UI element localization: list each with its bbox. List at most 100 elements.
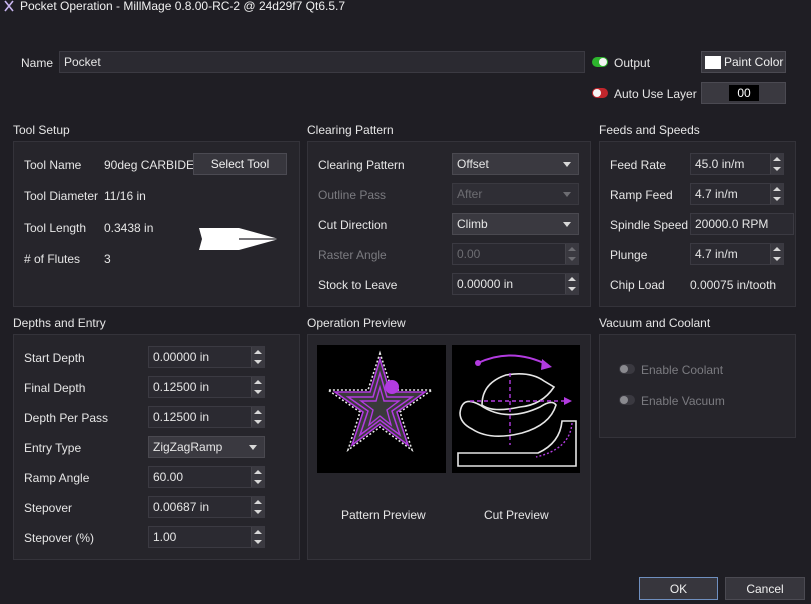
feed-rate-input[interactable]: 45.0 in/m (690, 153, 784, 175)
cut-direction-label: Cut Direction (318, 218, 388, 232)
ramp-feed-spinner[interactable] (770, 184, 783, 204)
vacuum-coolant-title: Vacuum and Coolant (599, 316, 711, 330)
feeds-speeds-title: Feeds and Speeds (599, 123, 700, 137)
ok-button[interactable]: OK (639, 577, 718, 600)
stock-to-leave-value: 0.00000 in (457, 277, 514, 291)
ramp-feed-input[interactable]: 4.7 in/m (690, 183, 784, 205)
chip-load-value: 0.00075 in/tooth (690, 278, 777, 292)
coolant-toggle-track (619, 364, 635, 374)
ramp-angle-value: 60.00 (153, 470, 184, 484)
spindle-speed-label: Spindle Speed (610, 218, 689, 232)
ramp-angle-spinner[interactable] (251, 467, 264, 487)
depth-per-pass-value: 0.12500 in (153, 410, 210, 424)
output-toggle[interactable] (592, 57, 608, 67)
start-depth-spinner[interactable] (251, 347, 264, 367)
depth-per-pass-input[interactable]: 0.12500 in (148, 406, 265, 428)
depths-entry-title: Depths and Entry (13, 316, 106, 330)
tool-length-value: 0.3438 in (104, 221, 154, 235)
depth-per-pass-spinner[interactable] (251, 407, 264, 427)
final-depth-value: 0.12500 in (153, 380, 210, 394)
entry-type-select[interactable]: ZigZagRamp (148, 436, 265, 458)
entry-type-label: Entry Type (24, 441, 82, 455)
cut-preview-label: Cut Preview (484, 508, 549, 522)
chip-load-label: Chip Load (610, 278, 665, 292)
layer-value: 00 (729, 85, 759, 101)
tool-name-value: 90deg CARBIDE (104, 158, 195, 172)
stepover-label: Stepover (24, 501, 73, 515)
clearing-pattern-title: Clearing Pattern (307, 123, 394, 137)
name-input[interactable]: Pocket (59, 51, 585, 73)
flutes-label: # of Flutes (24, 252, 81, 266)
stepover-percent-input[interactable]: 1.00 (148, 526, 265, 548)
plunge-label: Plunge (610, 248, 648, 262)
coolant-toggle[interactable] (619, 364, 635, 374)
name-label: Name (21, 56, 54, 70)
stock-to-leave-spinner[interactable] (565, 274, 578, 294)
vacuum-toggle[interactable] (619, 395, 635, 405)
ramp-feed-label: Ramp Feed (610, 188, 673, 202)
vacuum-toggle-track (619, 395, 635, 405)
feed-rate-label: Feed Rate (610, 158, 667, 172)
start-depth-label: Start Depth (24, 351, 85, 365)
final-depth-spinner[interactable] (251, 377, 264, 397)
stepover-percent-spinner[interactable] (251, 527, 264, 547)
outline-pass-select[interactable]: After (452, 183, 579, 205)
chevron-down-icon (563, 221, 571, 227)
entry-type-value: ZigZagRamp (153, 440, 223, 454)
tool-diameter-value: 11/16 in (104, 189, 146, 203)
stepover-percent-label: Stepover (%) (24, 531, 95, 545)
layer-selector[interactable]: 00 (701, 82, 786, 104)
stock-to-leave-input[interactable]: 0.00000 in (452, 273, 579, 295)
tool-setup-title: Tool Setup (13, 123, 70, 137)
tool-name-label: Tool Name (24, 158, 82, 172)
plunge-input[interactable]: 4.7 in/m (690, 243, 784, 265)
raster-angle-spinner[interactable] (565, 244, 578, 264)
paint-color-button[interactable]: Paint Color (701, 51, 786, 73)
ramp-feed-value: 4.7 in/m (695, 187, 738, 201)
tool-length-label: Tool Length (24, 221, 87, 235)
chevron-down-icon (249, 444, 257, 450)
cut-preview-image (452, 345, 580, 473)
stepover-input[interactable]: 0.00687 in (148, 496, 265, 518)
stepover-value: 0.00687 in (153, 500, 210, 514)
pattern-preview-image (317, 345, 446, 473)
raster-angle-label: Raster Angle (318, 248, 387, 262)
cancel-button[interactable]: Cancel (725, 577, 805, 600)
spindle-speed-input[interactable]: 20000.0 RPM (690, 213, 794, 235)
operation-preview-title: Operation Preview (307, 316, 406, 330)
cut-direction-select[interactable]: Climb (452, 213, 579, 235)
pattern-preview-label: Pattern Preview (341, 508, 426, 522)
start-depth-input[interactable]: 0.00000 in (148, 346, 265, 368)
feed-rate-spinner[interactable] (770, 154, 783, 174)
clearing-pattern-value: Offset (457, 157, 489, 171)
window-title: Pocket Operation - MillMage 0.8.00-RC-2 … (20, 0, 346, 13)
depth-per-pass-label: Depth Per Pass (24, 411, 109, 425)
vacuum-toggle-knob (620, 396, 628, 404)
final-depth-input[interactable]: 0.12500 in (148, 376, 265, 398)
auto-use-layer-label: Auto Use Layer (614, 87, 697, 101)
coolant-toggle-knob (620, 365, 628, 373)
raster-angle-input[interactable]: 0.00 (452, 243, 579, 265)
ramp-angle-input[interactable]: 60.00 (148, 466, 265, 488)
output-toggle-track (592, 57, 608, 67)
auto-use-layer-toggle-track (592, 88, 608, 98)
tool-diameter-label: Tool Diameter (24, 189, 99, 203)
ramp-angle-label: Ramp Angle (24, 471, 90, 485)
feed-rate-value: 45.0 in/m (695, 157, 745, 171)
auto-use-layer-toggle-knob (593, 89, 601, 97)
plunge-spinner[interactable] (770, 244, 783, 264)
clearing-pattern-select[interactable]: Offset (452, 153, 579, 175)
coolant-label: Enable Coolant (641, 363, 724, 377)
select-tool-button[interactable]: Select Tool (193, 153, 287, 175)
stepover-percent-value: 1.00 (153, 530, 177, 544)
stepover-spinner[interactable] (251, 497, 264, 517)
stock-to-leave-label: Stock to Leave (318, 278, 398, 292)
chevron-down-icon (563, 191, 571, 197)
auto-use-layer-toggle[interactable] (592, 88, 608, 98)
vacuum-coolant-panel (599, 334, 796, 438)
clearing-pattern-label: Clearing Pattern (318, 158, 405, 172)
plunge-value: 4.7 in/m (695, 247, 738, 261)
output-label: Output (614, 56, 651, 70)
flutes-value: 3 (104, 252, 111, 266)
final-depth-label: Final Depth (24, 381, 86, 395)
